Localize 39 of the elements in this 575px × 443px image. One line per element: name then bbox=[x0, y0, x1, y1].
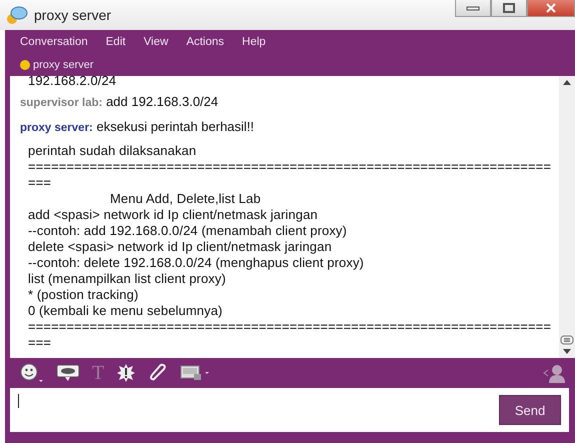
menu-item[interactable]: Conversation bbox=[20, 36, 88, 54]
message-line: ==================================================================== bbox=[27, 319, 551, 335]
chat-message: supervisor lab: add 192.168.3.0/24 bbox=[20, 93, 220, 111]
menu-item[interactable]: View bbox=[144, 36, 168, 54]
message-line: --contoh: add 192.168.0.0/24 (menambah client proxy) bbox=[27, 223, 348, 239]
window-title: proxy server bbox=[34, 7, 112, 23]
message-line: add <spasi> network id Ip client/netmask jaringan bbox=[27, 207, 319, 223]
menu-item[interactable]: Help bbox=[242, 36, 266, 54]
smiley-icon[interactable] bbox=[20, 363, 44, 383]
maximize-icon bbox=[502, 3, 516, 13]
scroll-up-icon[interactable] bbox=[563, 80, 571, 85]
menu-title-text: Menu Add, Delete,list Lab bbox=[109, 191, 262, 207]
message-line: === bbox=[27, 175, 52, 191]
close-button[interactable] bbox=[527, 0, 575, 17]
message-line: perintah sudah dilaksanakan bbox=[27, 143, 198, 159]
list-icon[interactable] bbox=[560, 335, 574, 345]
message-line: === bbox=[27, 335, 52, 351]
message-line: 0 (kembali ke menu sebelumnya) bbox=[27, 303, 224, 319]
send-button[interactable]: Send bbox=[499, 395, 561, 425]
message-line: --contoh: delete 192.168.0.0/24 (menghapus client proxy) bbox=[27, 255, 365, 271]
menu-item[interactable]: Edit bbox=[106, 36, 126, 54]
menu-item[interactable]: Actions bbox=[186, 36, 224, 54]
maximize-button[interactable] bbox=[491, 0, 527, 17]
close-icon bbox=[545, 3, 557, 13]
contact-name: proxy server bbox=[33, 59, 94, 71]
paperclip-icon[interactable] bbox=[148, 363, 168, 383]
scroll-down-icon[interactable] bbox=[563, 349, 571, 354]
message-line: * (postion tracking) bbox=[27, 287, 140, 303]
message-line: list (menampilkan list client proxy) bbox=[27, 271, 227, 287]
chat-bubble-icon bbox=[6, 5, 28, 25]
alert-icon[interactable] bbox=[116, 363, 136, 383]
minimize-icon bbox=[466, 4, 480, 12]
chat-message: proxy server: eksekusi perintah berhasil!! bbox=[20, 118, 256, 136]
speech-bubble-icon[interactable] bbox=[56, 364, 80, 382]
contact-icon[interactable] bbox=[543, 363, 565, 383]
message-line: ==================================================================== bbox=[27, 159, 551, 175]
message-line: delete <spasi> network id Ip client/netmask jaringan bbox=[27, 239, 333, 255]
image-icon[interactable] bbox=[180, 363, 210, 383]
minimize-button[interactable] bbox=[455, 0, 491, 17]
